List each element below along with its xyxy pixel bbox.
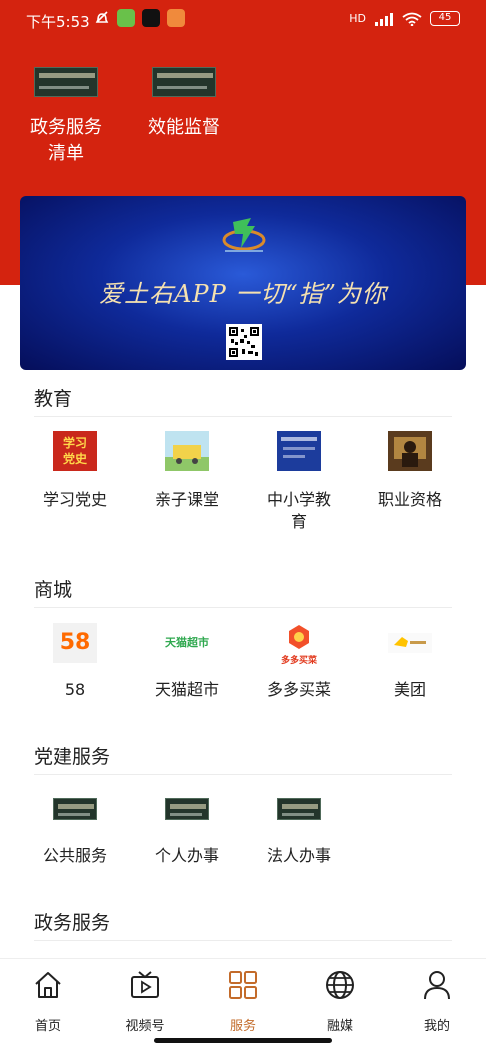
battery-icon: 45 bbox=[430, 11, 460, 26]
grid-item-label: 公共服务 bbox=[42, 846, 107, 865]
section-title-party-services: 党建服务 bbox=[34, 746, 111, 768]
banner-slogan: 爱土右APP 一切“指”为你 bbox=[99, 280, 387, 308]
grid-icon bbox=[229, 971, 257, 999]
nav-label: 首页 bbox=[34, 1019, 61, 1034]
section-title-mall: 商城 bbox=[34, 579, 73, 601]
meituan-logo bbox=[388, 633, 432, 653]
user-icon bbox=[424, 971, 450, 1000]
media-center-logo bbox=[222, 218, 266, 252]
promo-banner[interactable]: 爱土右APP 一切“指”为你 bbox=[20, 196, 466, 370]
58-logo: 58 bbox=[53, 623, 97, 663]
home-icon bbox=[35, 972, 61, 998]
globe-icon bbox=[326, 971, 354, 999]
nav-services[interactable]: 服务 bbox=[203, 969, 283, 1034]
grid-item-label: 亲子课堂 bbox=[154, 490, 219, 509]
service-label-line2: 清单 bbox=[48, 143, 84, 164]
nav-video[interactable]: 视频号 bbox=[105, 969, 185, 1034]
section-title-education: 教育 bbox=[34, 388, 73, 410]
duoduo-grocery-logo-text: 多多买菜 bbox=[280, 656, 317, 666]
divider bbox=[34, 774, 452, 775]
nav-label: 融媒 bbox=[326, 1019, 353, 1034]
nav-label: 视频号 bbox=[125, 1019, 165, 1034]
grid-item-label: 58 bbox=[64, 680, 86, 699]
grid-item-tmall-market[interactable]: 天猫超市 天猫超市 bbox=[132, 623, 242, 699]
system-icons: HD 45 bbox=[349, 11, 460, 26]
nav-label: 我的 bbox=[423, 1019, 450, 1034]
public-service-thumbnail bbox=[53, 798, 97, 822]
mute-icon bbox=[95, 11, 109, 23]
parent-class-thumbnail bbox=[165, 431, 209, 471]
duoduo-grocery-icon bbox=[289, 625, 309, 649]
grid-item-label: 职业资格 bbox=[377, 490, 442, 509]
section-title-government-services: 政务服务 bbox=[34, 912, 111, 934]
battery-level: 45 bbox=[438, 12, 452, 23]
grid-item-label: 个人办事 bbox=[154, 846, 219, 865]
status-time: 下午5:53 bbox=[26, 13, 90, 31]
party-history-thumbnail: 学习 党史 bbox=[53, 431, 97, 471]
grid-item-label: 美团 bbox=[393, 680, 426, 699]
grid-item-label: 法人办事 bbox=[266, 846, 331, 865]
divider bbox=[34, 607, 452, 608]
grid-item-58[interactable]: 58 58 bbox=[20, 623, 130, 699]
qr-code bbox=[226, 324, 262, 360]
grid-item-label: 学习党史 bbox=[42, 490, 107, 509]
professional-cert-thumbnail bbox=[388, 431, 432, 471]
grid-item-parent-class[interactable]: 亲子课堂 bbox=[132, 431, 242, 509]
service-label-line1: 政务服务 bbox=[30, 117, 102, 138]
grid-item-label: 多多买菜 bbox=[266, 680, 331, 699]
service-supervision[interactable]: 效能监督 bbox=[129, 67, 239, 141]
grid-item-label: 天猫超市 bbox=[154, 680, 219, 699]
grid-item-k12-education[interactable]: 中小学教 育 bbox=[244, 431, 354, 531]
legal-entity-thumbnail bbox=[277, 798, 321, 822]
status-bar: 下午5:53 HD 45 bbox=[0, 0, 486, 40]
personal-affairs-thumbnail bbox=[165, 798, 209, 822]
grid-item-public-service[interactable]: 公共服务 bbox=[20, 798, 130, 865]
grid-item-personal-affairs[interactable]: 个人办事 bbox=[132, 798, 242, 865]
nav-label: 服务 bbox=[229, 1019, 256, 1034]
wifi-icon bbox=[402, 12, 422, 26]
network-type: HD bbox=[349, 12, 366, 25]
service-policy-list[interactable]: 政务服务 清单 bbox=[11, 67, 121, 167]
service-label: 效能监督 bbox=[148, 117, 220, 138]
grid-item-meituan[interactable]: 美团 bbox=[355, 623, 465, 699]
grid-item-legal-entity-affairs[interactable]: 法人办事 bbox=[244, 798, 354, 865]
grid-item-professional-cert[interactable]: 职业资格 bbox=[355, 431, 465, 509]
signal-icon bbox=[375, 12, 393, 26]
home-indicator[interactable] bbox=[154, 1038, 332, 1043]
grid-item-duoduo-grocery[interactable]: 多多买菜 多多买菜 bbox=[244, 623, 354, 699]
nav-profile[interactable]: 我的 bbox=[397, 969, 477, 1034]
grid-item-party-history[interactable]: 学习 党史 学习党史 bbox=[20, 431, 130, 509]
nav-home[interactable]: 首页 bbox=[8, 969, 88, 1034]
divider bbox=[34, 416, 452, 417]
video-icon bbox=[131, 971, 159, 998]
grid-item-label-line1: 中小学教 bbox=[266, 490, 331, 509]
notification-icons bbox=[94, 9, 185, 27]
nav-media[interactable]: 融媒 bbox=[300, 969, 380, 1034]
service-thumbnail bbox=[152, 67, 216, 97]
tiktok-icon bbox=[142, 9, 160, 27]
grid-item-label: 中小学教 育 bbox=[244, 489, 354, 533]
duoduo-grocery-logo: 多多买菜 bbox=[277, 623, 321, 666]
download-app-icon bbox=[117, 9, 135, 27]
grid-item-label-line2: 育 bbox=[290, 512, 307, 531]
app-notification-icon bbox=[167, 9, 185, 27]
k12-education-thumbnail bbox=[277, 431, 321, 471]
tmall-market-logo: 天猫超市 bbox=[165, 636, 209, 649]
service-thumbnail bbox=[34, 67, 98, 97]
divider bbox=[34, 940, 452, 941]
